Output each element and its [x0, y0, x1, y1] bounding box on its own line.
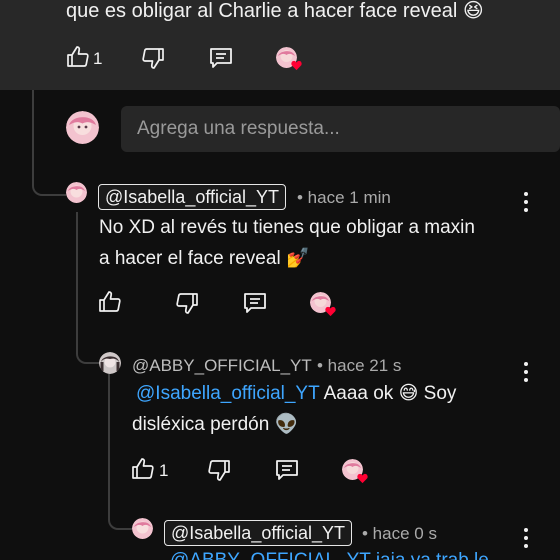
thread-connector	[76, 212, 100, 364]
heart-icon	[291, 58, 302, 71]
avatar[interactable]	[99, 352, 121, 374]
comment-text-line: @ABBY_OFFICIAL_YT jaja ya trab le	[170, 545, 489, 560]
reply-input-placeholder: Agrega una respuesta...	[137, 118, 340, 139]
thread-connector	[32, 90, 66, 196]
comment-text-line: @Isabella_official_YT Aaaa ok 😅 Soy	[132, 378, 456, 409]
like-count: 1	[93, 49, 103, 68]
more-options-icon[interactable]	[522, 361, 530, 388]
timestamp: • hace 1 min	[297, 188, 391, 207]
avatar[interactable]	[132, 518, 153, 539]
timestamp: • hace 21 s	[317, 356, 402, 375]
comment-text-line: disléxica perdón 👽	[132, 414, 299, 435]
reply-icon[interactable]	[208, 46, 234, 75]
heart-icon	[325, 304, 336, 317]
mention-link[interactable]: @Isabella_official_YT	[132, 383, 319, 404]
heart-icon	[357, 471, 368, 484]
comment-text-line: No XD al revés tu tienes que obligar a m…	[99, 217, 475, 238]
timestamp: • hace 0 s	[362, 524, 437, 543]
author-handle[interactable]: @ABBY_OFFICIAL_YT	[132, 356, 312, 376]
author-handle[interactable]: @Isabella_official_YT	[164, 520, 353, 546]
more-options-icon[interactable]	[522, 527, 530, 554]
comment-text-rest: Aaaa ok 😅 Soy	[319, 383, 457, 404]
thumb-up-icon[interactable]	[131, 457, 155, 486]
thumb-up-icon[interactable]	[66, 45, 90, 74]
reply-icon[interactable]	[242, 291, 268, 320]
user-avatar	[66, 111, 99, 144]
thumb-down-icon[interactable]	[141, 46, 165, 75]
author-handle[interactable]: @Isabella_official_YT	[98, 184, 287, 210]
like-count: 1	[159, 461, 169, 480]
thumb-down-icon[interactable]	[207, 458, 231, 487]
top-comment-text: que es obligar al Charlie a hacer face r…	[66, 0, 484, 22]
mention-link[interactable]: @ABBY_OFFICIAL_YT jaja ya trab le	[170, 550, 489, 560]
more-options-icon[interactable]	[522, 191, 530, 218]
thumb-up-icon[interactable]	[98, 290, 122, 319]
thumb-down-icon[interactable]	[175, 291, 199, 320]
reply-icon[interactable]	[274, 458, 300, 487]
avatar[interactable]	[66, 182, 87, 203]
comment-text-line: a hacer el face reveal 💅	[99, 248, 310, 269]
thread-connector	[108, 370, 132, 530]
reply-input[interactable]: Agrega una respuesta...	[121, 106, 560, 152]
